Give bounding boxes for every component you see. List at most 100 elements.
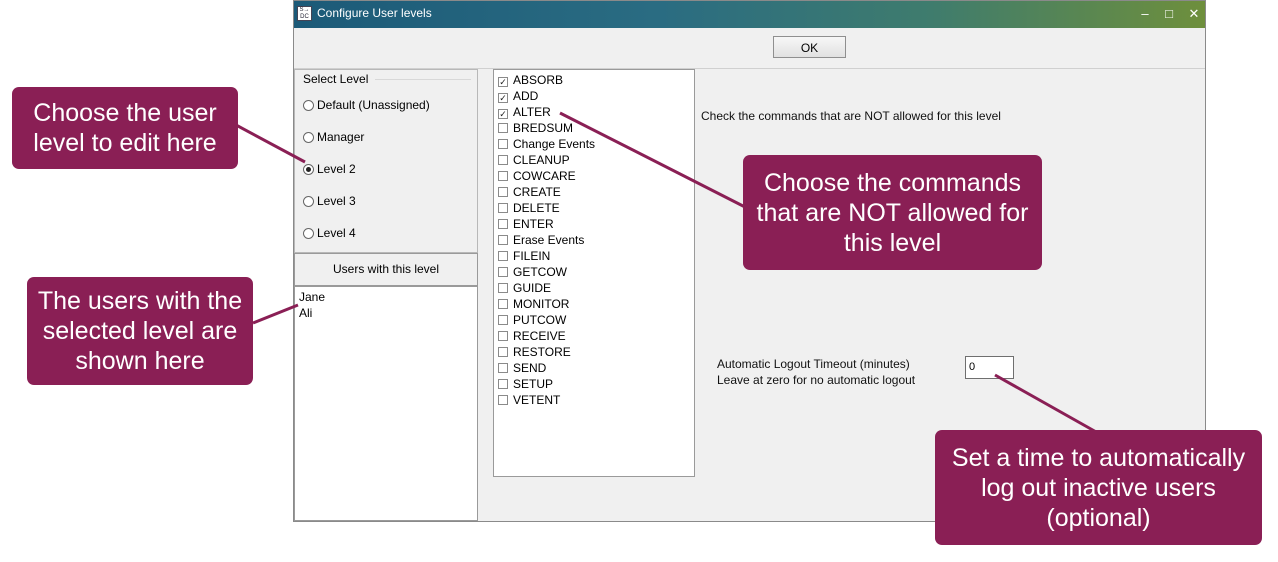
- radio-button-icon[interactable]: [303, 228, 314, 239]
- user-list-item[interactable]: Jane: [299, 289, 325, 305]
- command-label: CREATE: [513, 185, 561, 199]
- command-item[interactable]: GUIDE: [498, 280, 551, 296]
- command-item[interactable]: Change Events: [498, 136, 595, 152]
- command-label: BREDSUM: [513, 121, 574, 135]
- minimize-icon[interactable]: –: [1134, 4, 1156, 24]
- command-checkbox[interactable]: [498, 203, 508, 213]
- command-checkbox[interactable]: [498, 283, 508, 293]
- instructions-text: Check the commands that are NOT allowed …: [701, 109, 1001, 123]
- select-level-group: Select Level Default (Unassigned) Manager…: [294, 69, 478, 253]
- ok-button[interactable]: OK: [773, 36, 846, 58]
- command-label: PUTCOW: [513, 313, 567, 327]
- command-label: RECEIVE: [513, 329, 566, 343]
- command-label: DELETE: [513, 201, 560, 215]
- command-item[interactable]: ✓ ALTER: [498, 104, 551, 120]
- radio-button-icon[interactable]: [303, 164, 314, 175]
- close-icon[interactable]: ✕: [1183, 4, 1205, 24]
- user-list-item[interactable]: Ali: [299, 305, 312, 321]
- callout-timeout: Set a time to automatically log out inac…: [935, 430, 1262, 545]
- command-checkbox[interactable]: [498, 299, 508, 309]
- command-checkbox[interactable]: [498, 139, 508, 149]
- command-checkbox[interactable]: [498, 123, 508, 133]
- level-radio-label: Level 2: [317, 162, 356, 176]
- command-item[interactable]: BREDSUM: [498, 120, 573, 136]
- command-label: ALTER: [513, 105, 551, 119]
- command-label: Erase Events: [513, 233, 585, 247]
- level-radio-1[interactable]: Manager: [303, 129, 364, 145]
- command-label: SETUP: [513, 377, 554, 391]
- command-label: GETCOW: [513, 265, 567, 279]
- select-level-label: Select Level: [301, 72, 371, 86]
- title-bar: S→ DC Configure User levels – □ ✕: [294, 1, 1205, 28]
- callout-commands: Choose the commands that are NOT allowed…: [743, 155, 1042, 270]
- command-checkbox[interactable]: [498, 171, 508, 181]
- command-checkbox[interactable]: [498, 267, 508, 277]
- command-label: MONITOR: [513, 297, 570, 311]
- level-radio-label: Level 4: [317, 226, 356, 240]
- command-checkbox[interactable]: [498, 235, 508, 245]
- level-radio-label: Manager: [317, 130, 365, 144]
- command-item[interactable]: ✓ ADD: [498, 88, 538, 104]
- radio-button-icon[interactable]: [303, 100, 314, 111]
- command-item[interactable]: CLEANUP: [498, 152, 570, 168]
- command-checkbox[interactable]: [498, 395, 508, 405]
- command-checkbox[interactable]: [498, 155, 508, 165]
- command-checkbox[interactable]: [498, 219, 508, 229]
- command-item[interactable]: COWCARE: [498, 168, 576, 184]
- level-radio-4[interactable]: Level 4: [303, 225, 356, 241]
- commands-list[interactable]: ✓ ABSORB ✓ ADD ✓ ALTER BREDSUM Change Events CLE…: [493, 69, 695, 477]
- users-list[interactable]: Jane Ali: [294, 286, 478, 521]
- timeout-input[interactable]: 0: [965, 356, 1014, 379]
- command-item[interactable]: RECEIVE: [498, 328, 566, 344]
- command-item[interactable]: RESTORE: [498, 344, 571, 360]
- command-label: ENTER: [513, 217, 554, 231]
- command-label: ABSORB: [513, 73, 564, 87]
- callout-users: The users with the selected level are sh…: [27, 277, 253, 385]
- app-icon: S→ DC: [297, 6, 312, 21]
- command-checkbox[interactable]: [498, 379, 508, 389]
- command-item[interactable]: SETUP: [498, 376, 553, 392]
- command-item[interactable]: GETCOW: [498, 264, 567, 280]
- command-checkbox[interactable]: [498, 251, 508, 261]
- command-label: ADD: [513, 89, 539, 103]
- command-item[interactable]: VETENT: [498, 392, 560, 408]
- callout-level: Choose the user level to edit here: [12, 87, 238, 169]
- command-item[interactable]: MONITOR: [498, 296, 569, 312]
- level-radio-label: Default (Unassigned): [317, 98, 430, 112]
- users-with-level-header[interactable]: Users with this level: [294, 253, 478, 286]
- command-label: SEND: [513, 361, 547, 375]
- connector-users: [252, 303, 299, 325]
- timeout-hint: Leave at zero for no automatic logout: [717, 373, 916, 387]
- timeout-label: Automatic Logout Timeout (minutes): [717, 357, 910, 371]
- command-item[interactable]: FILEIN: [498, 248, 550, 264]
- level-radio-2[interactable]: Level 2: [303, 161, 356, 177]
- command-checkbox[interactable]: [498, 363, 508, 373]
- maximize-icon[interactable]: □: [1158, 4, 1180, 24]
- command-item[interactable]: CREATE: [498, 184, 561, 200]
- radio-button-icon[interactable]: [303, 132, 314, 143]
- command-checkbox[interactable]: [498, 315, 508, 325]
- command-label: RESTORE: [513, 345, 571, 359]
- level-radio-label: Level 3: [317, 194, 356, 208]
- command-item[interactable]: Erase Events: [498, 232, 584, 248]
- command-item[interactable]: PUTCOW: [498, 312, 566, 328]
- toolbar: OK: [294, 28, 1205, 69]
- command-label: FILEIN: [513, 249, 551, 263]
- command-label: VETENT: [513, 393, 561, 407]
- command-item[interactable]: SEND: [498, 360, 546, 376]
- command-item[interactable]: ✓ ABSORB: [498, 72, 563, 88]
- command-label: CLEANUP: [513, 153, 570, 167]
- command-checkbox[interactable]: ✓: [498, 109, 508, 119]
- command-checkbox[interactable]: [498, 331, 508, 341]
- command-checkbox[interactable]: [498, 187, 508, 197]
- level-radio-0[interactable]: Default (Unassigned): [303, 97, 430, 113]
- command-item[interactable]: DELETE: [498, 200, 560, 216]
- radio-button-icon[interactable]: [303, 196, 314, 207]
- command-checkbox[interactable]: ✓: [498, 77, 508, 87]
- command-checkbox[interactable]: ✓: [498, 93, 508, 103]
- command-item[interactable]: ENTER: [498, 216, 554, 232]
- command-label: GUIDE: [513, 281, 552, 295]
- level-radio-3[interactable]: Level 3: [303, 193, 356, 209]
- command-checkbox[interactable]: [498, 347, 508, 357]
- command-label: Change Events: [513, 137, 596, 151]
